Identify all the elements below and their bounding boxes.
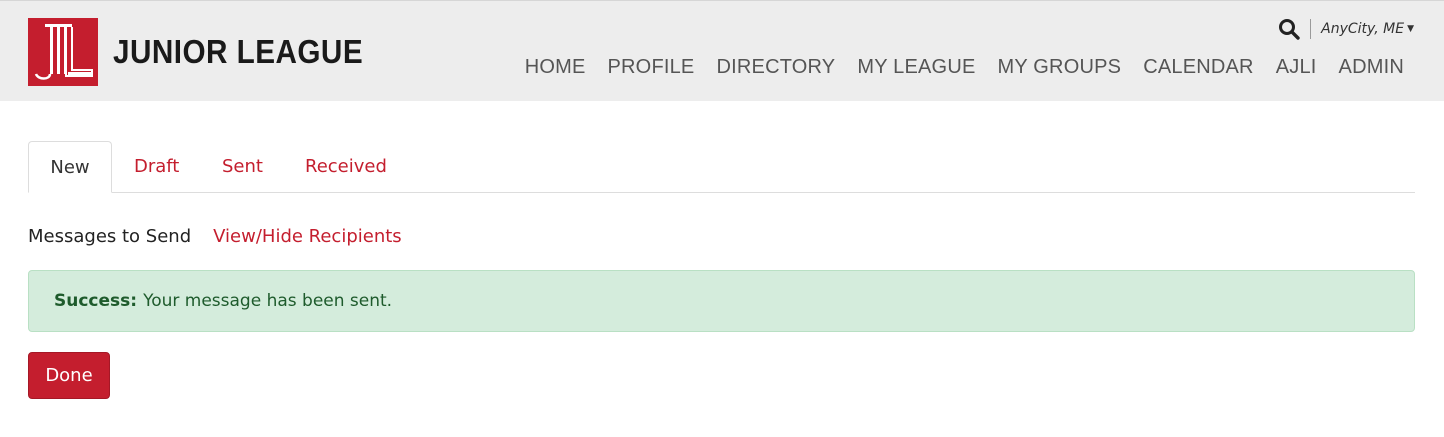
nav-ajli[interactable]: AJLI [1276,54,1317,80]
tab-new[interactable]: New [28,141,112,193]
nav-profile[interactable]: PROFILE [608,54,695,80]
utility-divider [1310,19,1312,39]
search-icon[interactable] [1278,18,1300,40]
location-dropdown[interactable]: AnyCity, ME ▼ [1321,21,1414,37]
tab-draft[interactable]: Draft [134,141,179,193]
site-header: JUNIOR LEAGUE AnyCity, ME ▼ HOME PROFILE… [0,0,1444,101]
location-label: AnyCity, ME [1321,21,1405,37]
junior-league-logo-icon[interactable] [28,18,98,86]
nav-admin[interactable]: ADMIN [1339,54,1404,80]
view-hide-recipients-link[interactable]: View/Hide Recipients [213,226,402,247]
messages-to-send-label: Messages to Send [28,225,192,247]
brand-name[interactable]: JUNIOR LEAGUE [113,32,363,72]
nav-my-league[interactable]: MY LEAGUE [857,54,975,80]
nav-my-groups[interactable]: MY GROUPS [998,54,1122,80]
tab-received[interactable]: Received [305,141,387,193]
done-button[interactable]: Done [28,352,110,399]
nav-home[interactable]: HOME [525,54,586,80]
nav-calendar[interactable]: CALENDAR [1143,54,1254,80]
utility-bar: AnyCity, ME ▼ [1278,18,1414,40]
main-nav: HOME PROFILE DIRECTORY MY LEAGUE MY GROU… [525,54,1404,80]
alert-strong: Success: [54,291,138,311]
nav-directory[interactable]: DIRECTORY [716,54,835,80]
tab-sent[interactable]: Sent [222,141,263,193]
messages-row: Messages to Send View/Hide Recipients [28,224,402,248]
alert-text: Your message has been sent. [143,291,393,311]
success-alert: Success: Your message has been sent. [28,270,1415,332]
message-tabs: New Draft Sent Received [28,141,1415,193]
caret-down-icon: ▼ [1407,24,1414,34]
